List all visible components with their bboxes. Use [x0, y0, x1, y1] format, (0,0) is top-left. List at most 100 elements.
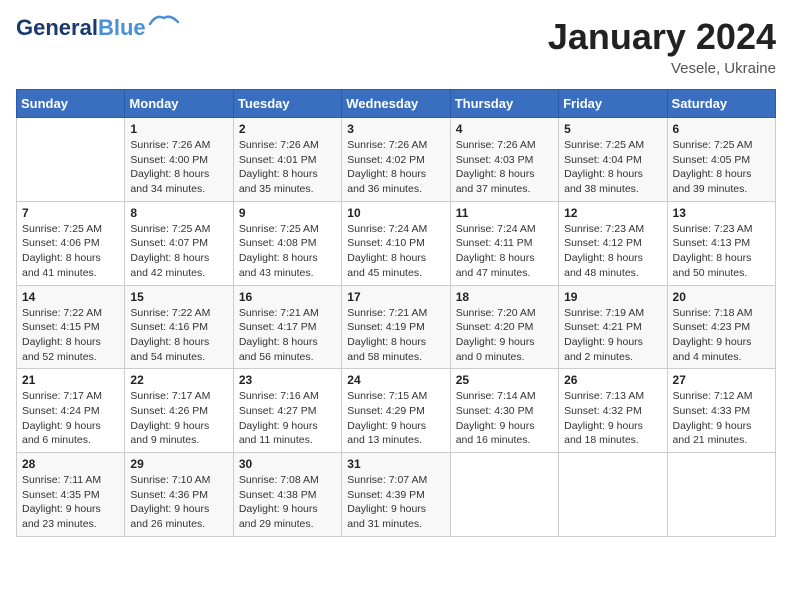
- day-cell: 16 Sunrise: 7:21 AM Sunset: 4:17 PM Dayli…: [233, 285, 341, 369]
- day-number: 7: [22, 206, 119, 220]
- day-cell: 8Sunrise: 7:25 AM Sunset: 4:07 PM Daylig…: [125, 201, 233, 285]
- day-info: Sunrise: 7:26 AM Sunset: 4:01 PM Dayligh…: [239, 138, 336, 197]
- day-cell: 13Sunrise: 7:23 AM Sunset: 4:13 PM Dayli…: [667, 201, 775, 285]
- day-number: 2: [239, 122, 336, 136]
- day-cell: 25Sunrise: 7:14 AM Sunset: 4:30 PM Dayli…: [450, 369, 558, 453]
- logo-bird-icon: [148, 12, 180, 34]
- day-cell: 26Sunrise: 7:13 AM Sunset: 4:32 PM Dayli…: [559, 369, 667, 453]
- day-cell: 30Sunrise: 7:08 AM Sunset: 4:38 PM Dayli…: [233, 453, 341, 537]
- week-row-3: 14 Sunrise: 7:22 AM Sunset: 4:15 PM Dayli…: [17, 285, 776, 369]
- day-info: Sunrise: 7:10 AM Sunset: 4:36 PM Dayligh…: [130, 473, 227, 532]
- day-info: Sunrise: 7:21 AM Sunset: 4:17 PM Dayligh…: [239, 306, 336, 365]
- day-number: 10: [347, 206, 444, 220]
- day-cell: [559, 453, 667, 537]
- day-cell: 19 Sunrise: 7:19 AM Sunset: 4:21 PM Dayli…: [559, 285, 667, 369]
- day-number: 22: [130, 373, 227, 387]
- col-header-tuesday: Tuesday: [233, 90, 341, 118]
- day-cell: 14 Sunrise: 7:22 AM Sunset: 4:15 PM Dayli…: [17, 285, 125, 369]
- day-number: 8: [130, 206, 227, 220]
- day-info: Sunrise: 7:25 AM Sunset: 4:05 PM Dayligh…: [673, 138, 770, 197]
- day-number: 14: [22, 290, 119, 304]
- day-info: Sunrise: 7:22 AM Sunset: 4:15 PM Dayligh…: [22, 306, 119, 365]
- day-number: 27: [673, 373, 770, 387]
- day-info: Sunrise: 7:25 AM Sunset: 4:04 PM Dayligh…: [564, 138, 661, 197]
- day-info: Sunrise: 7:15 AM Sunset: 4:29 PM Dayligh…: [347, 389, 444, 448]
- location: Vesele, Ukraine: [548, 60, 776, 77]
- day-cell: 5Sunrise: 7:25 AM Sunset: 4:04 PM Daylig…: [559, 118, 667, 202]
- logo-blue: Blue: [98, 15, 146, 40]
- day-number: 16: [239, 290, 336, 304]
- day-number: 11: [456, 206, 553, 220]
- day-cell: 31 Sunrise: 7:07 AM Sunset: 4:39 PM Dayli…: [342, 453, 450, 537]
- day-cell: 27 Sunrise: 7:12 AM Sunset: 4:33 PM Dayli…: [667, 369, 775, 453]
- month-title: January 2024: [548, 16, 776, 58]
- title-area: January 2024 Vesele, Ukraine: [548, 16, 776, 77]
- day-cell: 6 Sunrise: 7:25 AM Sunset: 4:05 PM Daylig…: [667, 118, 775, 202]
- day-number: 26: [564, 373, 661, 387]
- day-info: Sunrise: 7:26 AM Sunset: 4:03 PM Dayligh…: [456, 138, 553, 197]
- day-info: Sunrise: 7:16 AM Sunset: 4:27 PM Dayligh…: [239, 389, 336, 448]
- day-cell: 15 Sunrise: 7:22 AM Sunset: 4:16 PM Dayli…: [125, 285, 233, 369]
- week-row-1: 1 Sunrise: 7:26 AM Sunset: 4:00 PM Daylig…: [17, 118, 776, 202]
- day-cell: 4 Sunrise: 7:26 AM Sunset: 4:03 PM Daylig…: [450, 118, 558, 202]
- day-number: 31: [347, 457, 444, 471]
- day-cell: 2 Sunrise: 7:26 AM Sunset: 4:01 PM Daylig…: [233, 118, 341, 202]
- logo: GeneralBlue: [16, 16, 180, 40]
- day-info: Sunrise: 7:21 AM Sunset: 4:19 PM Dayligh…: [347, 306, 444, 365]
- day-cell: 11Sunrise: 7:24 AM Sunset: 4:11 PM Dayli…: [450, 201, 558, 285]
- day-info: Sunrise: 7:11 AM Sunset: 4:35 PM Dayligh…: [22, 473, 119, 532]
- day-cell: 29Sunrise: 7:10 AM Sunset: 4:36 PM Dayli…: [125, 453, 233, 537]
- day-cell: [17, 118, 125, 202]
- day-info: Sunrise: 7:25 AM Sunset: 4:08 PM Dayligh…: [239, 222, 336, 281]
- day-info: Sunrise: 7:19 AM Sunset: 4:21 PM Dayligh…: [564, 306, 661, 365]
- day-cell: 10 Sunrise: 7:24 AM Sunset: 4:10 PM Dayli…: [342, 201, 450, 285]
- day-info: Sunrise: 7:12 AM Sunset: 4:33 PM Dayligh…: [673, 389, 770, 448]
- day-number: 3: [347, 122, 444, 136]
- day-number: 1: [130, 122, 227, 136]
- logo-general: General: [16, 15, 98, 40]
- day-number: 9: [239, 206, 336, 220]
- col-header-monday: Monday: [125, 90, 233, 118]
- day-info: Sunrise: 7:22 AM Sunset: 4:16 PM Dayligh…: [130, 306, 227, 365]
- calendar-table: SundayMondayTuesdayWednesdayThursdayFrid…: [16, 89, 776, 537]
- day-info: Sunrise: 7:26 AM Sunset: 4:02 PM Dayligh…: [347, 138, 444, 197]
- day-cell: [667, 453, 775, 537]
- col-header-saturday: Saturday: [667, 90, 775, 118]
- day-info: Sunrise: 7:07 AM Sunset: 4:39 PM Dayligh…: [347, 473, 444, 532]
- day-cell: 21Sunrise: 7:17 AM Sunset: 4:24 PM Dayli…: [17, 369, 125, 453]
- day-cell: 17 Sunrise: 7:21 AM Sunset: 4:19 PM Dayli…: [342, 285, 450, 369]
- day-info: Sunrise: 7:18 AM Sunset: 4:23 PM Dayligh…: [673, 306, 770, 365]
- day-number: 21: [22, 373, 119, 387]
- day-number: 24: [347, 373, 444, 387]
- header-row: SundayMondayTuesdayWednesdayThursdayFrid…: [17, 90, 776, 118]
- day-info: Sunrise: 7:25 AM Sunset: 4:06 PM Dayligh…: [22, 222, 119, 281]
- col-header-sunday: Sunday: [17, 90, 125, 118]
- day-cell: 7 Sunrise: 7:25 AM Sunset: 4:06 PM Daylig…: [17, 201, 125, 285]
- day-info: Sunrise: 7:17 AM Sunset: 4:26 PM Dayligh…: [130, 389, 227, 448]
- day-number: 15: [130, 290, 227, 304]
- day-cell: 20Sunrise: 7:18 AM Sunset: 4:23 PM Dayli…: [667, 285, 775, 369]
- day-cell: [450, 453, 558, 537]
- day-number: 30: [239, 457, 336, 471]
- day-number: 17: [347, 290, 444, 304]
- day-info: Sunrise: 7:26 AM Sunset: 4:00 PM Dayligh…: [130, 138, 227, 197]
- day-cell: 3 Sunrise: 7:26 AM Sunset: 4:02 PM Daylig…: [342, 118, 450, 202]
- week-row-2: 7 Sunrise: 7:25 AM Sunset: 4:06 PM Daylig…: [17, 201, 776, 285]
- header: GeneralBlue January 2024 Vesele, Ukraine: [16, 16, 776, 77]
- col-header-friday: Friday: [559, 90, 667, 118]
- day-info: Sunrise: 7:20 AM Sunset: 4:20 PM Dayligh…: [456, 306, 553, 365]
- day-cell: 22 Sunrise: 7:17 AM Sunset: 4:26 PM Dayli…: [125, 369, 233, 453]
- day-cell: 1 Sunrise: 7:26 AM Sunset: 4:00 PM Daylig…: [125, 118, 233, 202]
- day-number: 18: [456, 290, 553, 304]
- day-info: Sunrise: 7:24 AM Sunset: 4:10 PM Dayligh…: [347, 222, 444, 281]
- day-info: Sunrise: 7:23 AM Sunset: 4:12 PM Dayligh…: [564, 222, 661, 281]
- day-number: 12: [564, 206, 661, 220]
- day-cell: 18 Sunrise: 7:20 AM Sunset: 4:20 PM Dayli…: [450, 285, 558, 369]
- day-number: 28: [22, 457, 119, 471]
- col-header-thursday: Thursday: [450, 90, 558, 118]
- day-number: 6: [673, 122, 770, 136]
- day-number: 13: [673, 206, 770, 220]
- day-number: 4: [456, 122, 553, 136]
- day-number: 19: [564, 290, 661, 304]
- day-cell: 24 Sunrise: 7:15 AM Sunset: 4:29 PM Dayli…: [342, 369, 450, 453]
